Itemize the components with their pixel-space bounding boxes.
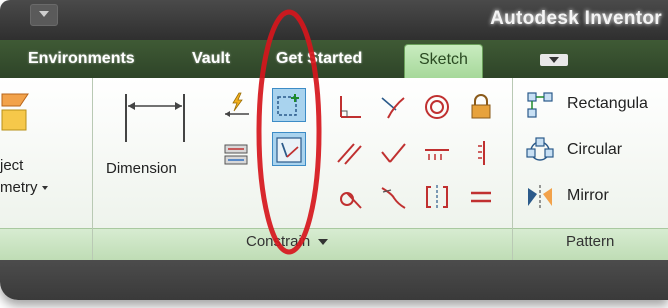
constraint-settings-icon bbox=[276, 137, 302, 163]
constraint-settings-button[interactable] bbox=[272, 132, 306, 166]
quick-access-dropdown[interactable] bbox=[30, 4, 58, 26]
chevron-down-icon bbox=[318, 239, 329, 246]
horizontal-icon bbox=[425, 149, 449, 160]
dimension-button[interactable]: Dimension bbox=[106, 160, 177, 177]
vertical-constraint-button[interactable] bbox=[466, 138, 496, 168]
auto-dimension-button[interactable] bbox=[222, 90, 252, 120]
constrain-panel-label: Constrain bbox=[246, 233, 311, 250]
fix-constraint-button[interactable] bbox=[466, 92, 496, 122]
project-geometry-button[interactable]: ject metry bbox=[0, 155, 48, 199]
circular-pattern-label: Circular bbox=[567, 141, 623, 158]
symmetric-icon bbox=[426, 185, 448, 209]
panel-separator bbox=[92, 78, 93, 260]
equal-constraint-button[interactable] bbox=[466, 182, 496, 212]
tab-environments[interactable]: Environments bbox=[28, 50, 135, 68]
coincident-constraint-button[interactable] bbox=[378, 138, 408, 168]
tab-sketch[interactable]: Sketch bbox=[404, 44, 483, 78]
mirror-button[interactable]: Mirror bbox=[525, 182, 668, 212]
tab-vault[interactable]: Vault bbox=[192, 50, 230, 68]
title-bar: Autodesk Inventor bbox=[0, 0, 668, 40]
mirror-icon bbox=[528, 185, 552, 209]
panel-separator bbox=[512, 78, 513, 260]
mirror-label: Mirror bbox=[567, 187, 609, 204]
collinear-icon bbox=[381, 187, 406, 209]
parallel-constraint-button[interactable] bbox=[334, 138, 364, 168]
auto-dimension-icon bbox=[225, 92, 249, 117]
horizontal-constraint-button[interactable] bbox=[422, 138, 452, 168]
rectangular-pattern-icon bbox=[527, 92, 553, 118]
app-title: Autodesk Inventor bbox=[490, 8, 662, 29]
perpendicular-constraint-button[interactable] bbox=[334, 92, 364, 122]
tangent-icon bbox=[381, 97, 405, 119]
coincident-icon bbox=[381, 143, 406, 163]
circular-pattern-icon bbox=[526, 137, 554, 161]
rectangular-pattern-button[interactable]: Rectangula bbox=[525, 90, 668, 120]
chevron-down-icon bbox=[41, 186, 48, 191]
equal-icon bbox=[471, 191, 491, 203]
show-constraint-button[interactable] bbox=[272, 88, 306, 122]
perpendicular-icon bbox=[340, 96, 361, 118]
pattern-panel-title: Pattern bbox=[566, 233, 615, 250]
collinear-constraint-button[interactable] bbox=[378, 182, 408, 212]
show-constraint-icon bbox=[277, 94, 299, 116]
tangent-constraint-button[interactable] bbox=[378, 92, 408, 122]
chevron-down-icon bbox=[39, 11, 49, 17]
constrain-panel-title[interactable]: Constrain bbox=[246, 233, 329, 250]
project-geometry-icon[interactable] bbox=[0, 92, 30, 132]
chevron-down-icon bbox=[549, 57, 559, 63]
circular-pattern-button[interactable]: Circular bbox=[525, 136, 668, 166]
fix-icon bbox=[471, 94, 491, 119]
vertical-icon bbox=[478, 141, 485, 165]
rectangular-pattern-label: Rectangula bbox=[567, 95, 648, 112]
project-geometry-label-1: ject bbox=[0, 157, 24, 174]
canvas-strip bbox=[0, 260, 668, 300]
concentric-constraint-button[interactable] bbox=[422, 92, 452, 122]
show-constraints-button[interactable] bbox=[222, 140, 252, 170]
symmetric-constraint-button[interactable] bbox=[422, 182, 452, 212]
tab-get-started[interactable]: Get Started bbox=[276, 50, 362, 68]
show-constraints-icon bbox=[224, 144, 248, 165]
parallel-icon bbox=[337, 143, 362, 165]
minimize-ribbon-button[interactable] bbox=[540, 54, 568, 66]
smooth-constraint-button[interactable] bbox=[334, 182, 364, 212]
project-geometry-label-2: metry bbox=[0, 179, 38, 196]
concentric-icon bbox=[425, 95, 449, 119]
ribbon-tab-bar: Environments Vault Get Started Sketch bbox=[0, 40, 668, 78]
dimension-icon[interactable] bbox=[120, 92, 190, 144]
inventor-window: Autodesk Inventor Environments Vault Get… bbox=[0, 0, 668, 300]
smooth-icon bbox=[340, 192, 362, 209]
